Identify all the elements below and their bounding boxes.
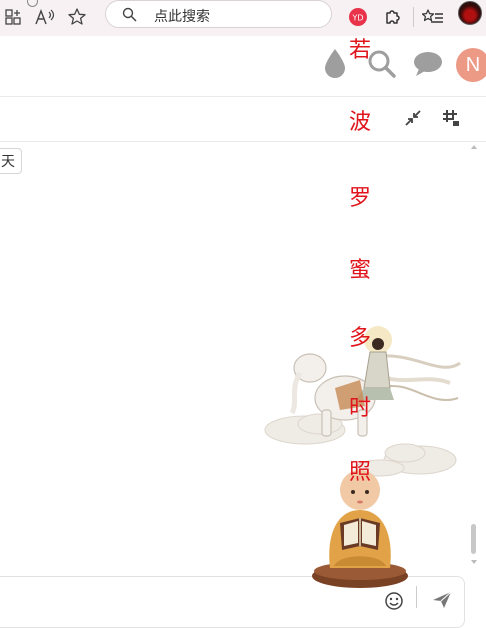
verse-char: 罗 (348, 186, 371, 211)
buddhist-illustration (260, 318, 465, 598)
scrollbar[interactable] (468, 142, 480, 572)
collapse-arrows-icon[interactable] (404, 109, 422, 132)
extensions-puzzle-icon[interactable] (380, 4, 406, 30)
verse-char: 波 (348, 110, 371, 135)
app-header: N (0, 36, 486, 97)
chat-bubble-icon[interactable] (412, 50, 444, 83)
svg-text:YD: YD (351, 14, 363, 23)
channel-tag-chip[interactable]: 天 (0, 148, 22, 174)
extension-badge-icon[interactable]: YD (345, 4, 371, 30)
toolbar-divider (413, 7, 414, 27)
user-avatar[interactable]: N (456, 48, 486, 82)
browser-toolbar: 点此搜索 YD (0, 0, 486, 37)
search-placeholder: 点此搜索 (154, 8, 210, 24)
verse-char: 时 (348, 396, 371, 421)
scroll-up-arrow[interactable] (471, 145, 477, 149)
profile-avatar-icon[interactable] (458, 1, 482, 25)
little-monk-reading (312, 470, 408, 588)
verse-char: 多 (348, 326, 371, 351)
verse-char: 若 (348, 38, 371, 63)
scroll-down-arrow[interactable] (471, 560, 477, 564)
user-initial: N (465, 53, 481, 76)
channel-tag-label: 天 (1, 153, 15, 169)
search-box[interactable]: 点此搜索 (105, 0, 332, 28)
apps-icon[interactable] (0, 4, 26, 30)
hashtag-grid-icon[interactable] (441, 108, 461, 133)
favorites-list-icon[interactable] (420, 4, 446, 30)
water-drop-icon[interactable] (322, 47, 348, 84)
favorite-star-icon[interactable] (64, 4, 90, 30)
verse-char: 照 (348, 460, 371, 485)
read-aloud-icon[interactable] (32, 4, 58, 30)
scrollbar-thumb[interactable] (471, 524, 476, 554)
channel-toolbar (0, 97, 486, 142)
search-icon (122, 7, 137, 22)
verse-char: 蜜 (348, 258, 371, 283)
